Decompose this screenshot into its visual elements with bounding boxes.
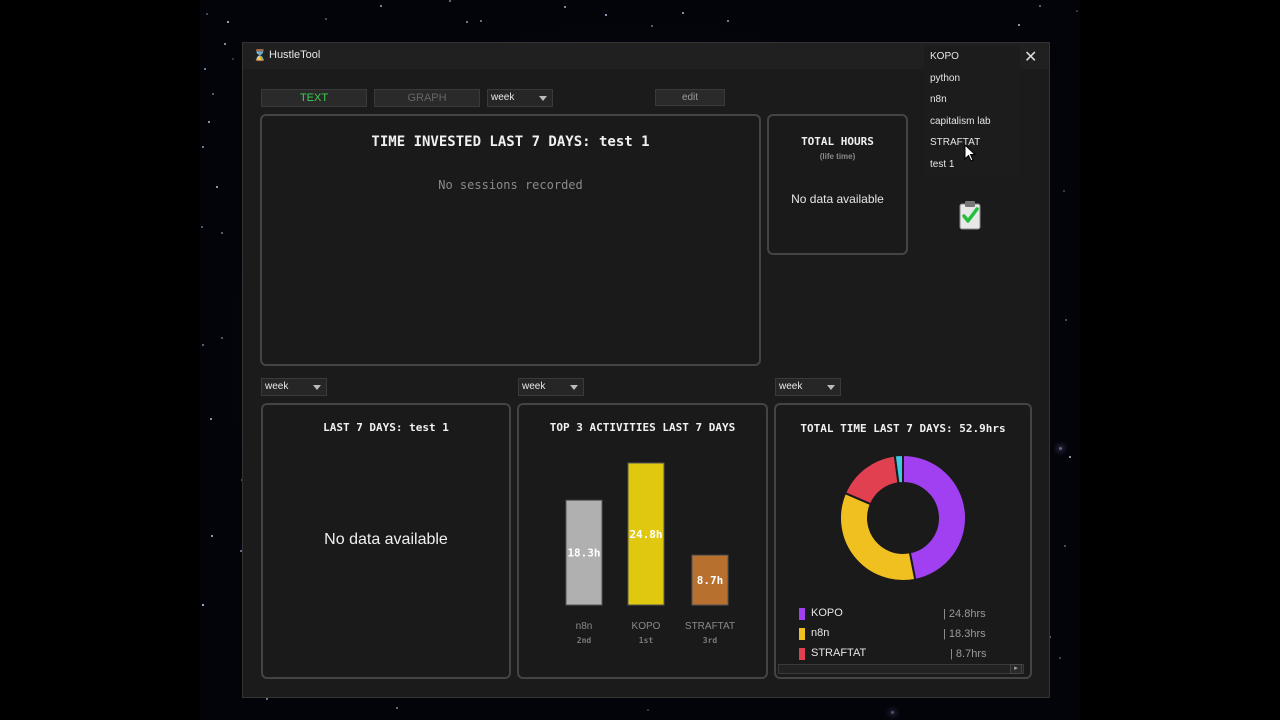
donut-slice-straftat [843, 454, 900, 506]
text-view-button[interactable]: TEXT [261, 89, 367, 107]
legend-name-n8n: n8n [811, 627, 830, 639]
star [449, 0, 451, 2]
bar-value-label: 24.8h [629, 528, 662, 541]
legend-value-straftat: | 8.7hrs [950, 648, 987, 660]
window-title: HustleTool [269, 49, 321, 61]
dropdown-item-test-1[interactable]: test 1 [930, 159, 954, 170]
star [325, 18, 327, 20]
bar-value-label: 8.7h [697, 574, 724, 587]
legend-name-straftat: STRAFTAT [811, 647, 867, 659]
total-hours-subtitle: (life time) [819, 152, 856, 161]
star [211, 535, 213, 537]
total-hours-panel: TOTAL HOURS (life time) No data availabl… [767, 114, 908, 255]
star [1059, 447, 1062, 450]
top3-period-select[interactable]: week [518, 378, 584, 396]
bar-value-label: 18.3h [567, 547, 600, 560]
star [380, 5, 382, 7]
bar-category-label: STRAFTAT [685, 621, 735, 632]
top3-bar-chart: 18.3h n8n 2nd 24.8h KOPO 1st 8.7h STRAFTAT 3rd [565, 462, 735, 645]
last7-empty: No data available [324, 531, 448, 548]
star [891, 711, 894, 714]
time-invested-panel: TIME INVESTED LAST 7 DAYS: test 1 No ses… [260, 114, 761, 366]
chevron-down-icon [570, 385, 578, 390]
chevron-down-icon [539, 96, 547, 101]
star [206, 13, 208, 15]
star [216, 186, 218, 188]
last7-title: LAST 7 DAYS: test 1 [323, 421, 449, 434]
bar-rank-label: 2nd [577, 636, 592, 645]
chevron-down-icon [827, 385, 835, 390]
total-time-period-select[interactable]: week [775, 378, 841, 396]
dropdown-item-python[interactable]: python [930, 73, 960, 84]
star [232, 58, 234, 60]
star [1076, 10, 1078, 12]
star [1063, 190, 1065, 192]
no-sessions-text: No sessions recorded [438, 178, 583, 192]
star [727, 20, 729, 22]
dropdown-item-kopo[interactable]: KOPO [930, 51, 959, 62]
star [204, 68, 206, 70]
bar-category-label: n8n [576, 621, 593, 632]
hourglass-icon: ⌛ [253, 50, 267, 62]
star [202, 604, 204, 606]
star [682, 12, 684, 14]
total-hours-title: TOTAL HOURS [801, 135, 874, 148]
total-time-panel: TOTAL TIME LAST 7 DAYS: 52.9hrs KOPO | 2… [774, 403, 1032, 679]
star [1018, 24, 1020, 26]
star [651, 25, 653, 27]
total-hours-empty: No data available [791, 192, 884, 206]
star [480, 20, 482, 22]
star [266, 698, 268, 700]
period-select[interactable]: week [487, 89, 553, 107]
star [396, 707, 398, 709]
period-select-value: week [491, 92, 515, 103]
top3-panel: TOP 3 ACTIVITIES LAST 7 DAYS 18.3h n8n 2nd… [517, 403, 768, 679]
star [212, 93, 214, 95]
total-time-period-value: week [779, 381, 803, 392]
legend-swatch-straftat [799, 648, 805, 660]
donut-slice-n8n [839, 491, 917, 582]
star [466, 21, 468, 23]
star [1069, 456, 1071, 458]
star [202, 344, 204, 346]
bar-category-label: KOPO [632, 621, 661, 632]
mouse-cursor-icon [964, 144, 977, 162]
star [564, 6, 566, 8]
time-invested-title: TIME INVESTED LAST 7 DAYS: test 1 [371, 134, 650, 150]
legend-scrollbar[interactable] [778, 664, 1024, 674]
star [210, 418, 212, 420]
bar-rank-label: 1st [639, 636, 654, 645]
top3-period-value: week [522, 381, 546, 392]
legend-swatch-kopo [799, 608, 805, 620]
chevron-down-icon [313, 385, 321, 390]
graph-view-button[interactable]: GRAPH [374, 89, 480, 107]
dropdown-item-n8n[interactable]: n8n [930, 94, 947, 105]
last7-period-select[interactable]: week [261, 378, 327, 396]
star [224, 43, 226, 45]
legend-name-kopo: KOPO [811, 607, 843, 619]
star [1065, 319, 1067, 321]
legend-value-n8n: | 18.3hrs [943, 628, 986, 640]
star [1059, 657, 1061, 659]
close-icon[interactable]: ✕ [1024, 47, 1037, 67]
star [1064, 545, 1066, 547]
star [221, 232, 223, 234]
star [202, 146, 204, 148]
edit-button[interactable]: edit [655, 89, 725, 106]
dropdown-item-capitalism-lab[interactable]: capitalism lab [930, 116, 991, 127]
star [647, 709, 649, 711]
last7-period-value: week [265, 381, 289, 392]
legend-swatch-n8n [799, 628, 805, 640]
star [201, 226, 203, 228]
legend-value-kopo: | 24.8hrs [943, 608, 986, 620]
star [605, 14, 607, 16]
last7-panel: LAST 7 DAYS: test 1 No data available [261, 403, 511, 679]
scroll-right-icon[interactable]: ▸ [1010, 664, 1022, 674]
star [1039, 5, 1041, 7]
star [227, 21, 229, 23]
bar-rank-label: 3rd [703, 636, 718, 645]
star [208, 121, 210, 123]
star [221, 337, 223, 339]
clipboard-check-icon[interactable] [958, 200, 982, 230]
